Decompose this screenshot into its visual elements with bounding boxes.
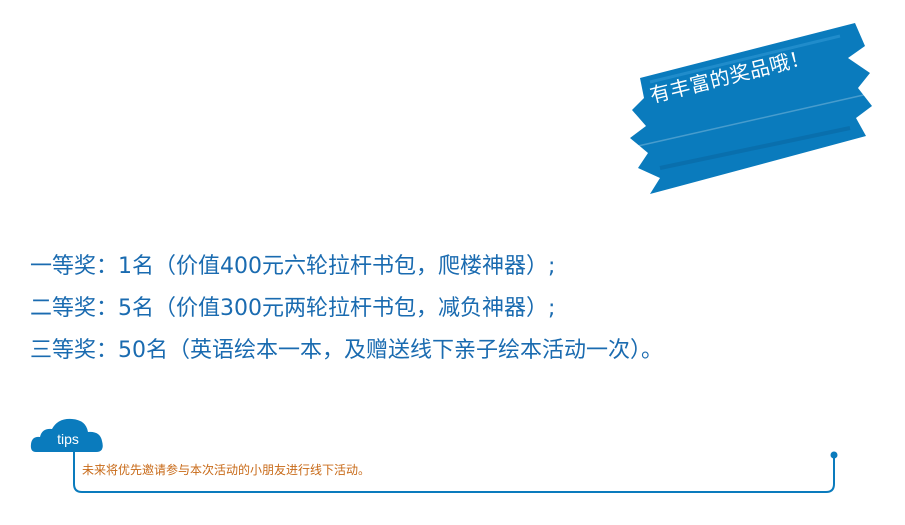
prize-first: 一等奖：1名（价值400元六轮拉杆书包，爬楼神器）; — [30, 254, 556, 279]
slide: 有丰富的奖品哦！ 一等奖：1名（价值400元六轮拉杆书包，爬楼神器）; 二等奖：… — [0, 0, 905, 525]
prize-second: 二等奖：5名（价值300元两轮拉杆书包，减负神器）; — [30, 296, 556, 321]
prize-third: 三等奖：50名（英语绘本一本，及赠送线下亲子绘本活动一次）。 — [30, 338, 663, 363]
tips-label: tips — [57, 431, 79, 447]
tips-text: 未来将优先邀请参与本次活动的小朋友进行线下活动。 — [82, 463, 371, 477]
prize-banner: 有丰富的奖品哦！ — [620, 18, 875, 198]
prize-list: 一等奖：1名（价值400元六轮拉杆书包，爬楼神器）; 二等奖：5名（价值300元… — [30, 246, 663, 372]
